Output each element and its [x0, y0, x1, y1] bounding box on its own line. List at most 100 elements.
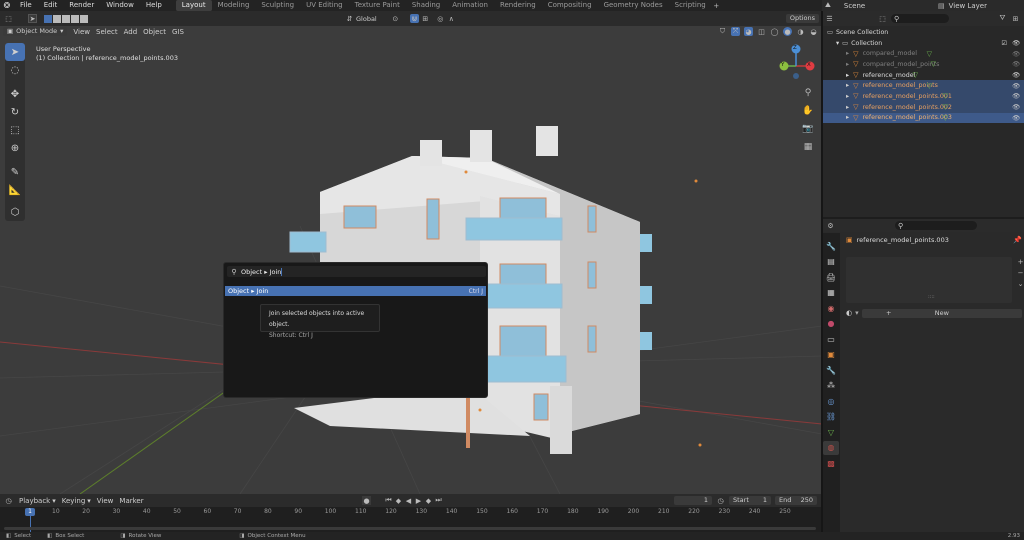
- hand-pan-icon[interactable]: ✋: [801, 104, 815, 118]
- grid-view-icon[interactable]: ▦: [801, 140, 815, 154]
- tab-shading[interactable]: Shading: [406, 0, 446, 11]
- outliner-item[interactable]: ▸ ▽ compared_model_points ▽ 👁: [822, 59, 1024, 70]
- tab-layout[interactable]: Layout: [175, 0, 212, 11]
- 3d-viewport[interactable]: ➤ ◌ ✥ ↻ ⬚ ⊕ ✎ 📐 ⬡ ▣ Object Mode ▾ View S…: [0, 26, 822, 494]
- constraints-tab-icon[interactable]: ⛓: [823, 410, 839, 424]
- outliner-item[interactable]: ▸ ▽ reference_model_points ▽ 👁: [822, 80, 1024, 92]
- select-tool-icon[interactable]: ➤: [28, 14, 37, 23]
- material-browse-icon[interactable]: ◐: [846, 309, 852, 317]
- transform-tool-icon[interactable]: ⊕: [5, 139, 25, 157]
- timeline-editor-icon[interactable]: ◷: [4, 496, 13, 505]
- scene-selector[interactable]: ⛰ Scene: [822, 0, 934, 11]
- remove-slot-icon[interactable]: −: [1016, 268, 1024, 277]
- snap-icon[interactable]: ⋓: [409, 14, 419, 23]
- tab-scripting[interactable]: Scripting: [669, 0, 712, 11]
- add-slot-icon[interactable]: +: [1016, 257, 1024, 266]
- navigation-gizmo[interactable]: X Y Z: [774, 42, 818, 82]
- scene-tab-icon[interactable]: ◉: [823, 301, 839, 315]
- menu-file[interactable]: File: [14, 0, 38, 11]
- play-icon[interactable]: ▶: [414, 496, 423, 505]
- menu-render[interactable]: Render: [63, 0, 100, 11]
- add-cube-tool-icon[interactable]: ⬡: [5, 203, 25, 221]
- viewport-scene[interactable]: [0, 26, 822, 494]
- chevron-right-icon[interactable]: ▸: [846, 72, 849, 79]
- checkbox-icon[interactable]: ☑: [1001, 40, 1007, 47]
- wireframe-shading-icon[interactable]: ◯: [770, 27, 779, 36]
- modifier-tab-icon[interactable]: 🔧: [823, 363, 839, 377]
- xray-icon[interactable]: ◫: [757, 27, 766, 36]
- mode-dropdown[interactable]: ▣ Object Mode ▾: [3, 27, 68, 36]
- chevron-right-icon[interactable]: ▸: [846, 93, 849, 100]
- area-divider[interactable]: [821, 11, 823, 532]
- chevron-right-icon[interactable]: ▸: [846, 104, 849, 111]
- texture-tab-icon[interactable]: ▩: [823, 456, 839, 470]
- record-icon[interactable]: ●: [362, 496, 371, 505]
- tab-rendering[interactable]: Rendering: [494, 0, 542, 11]
- outliner-search-input[interactable]: ⚲: [891, 14, 949, 23]
- eye-icon[interactable]: 👁: [1012, 114, 1020, 122]
- outliner-item[interactable]: ▸ ▽ reference_model_points.002 ▽ 👁: [822, 101, 1024, 113]
- scale-tool-icon[interactable]: ⬚: [5, 121, 25, 139]
- options-button[interactable]: Options: [785, 14, 819, 23]
- eye-icon[interactable]: 👁: [1012, 71, 1020, 79]
- tab-uv-editing[interactable]: UV Editing: [300, 0, 349, 11]
- chevron-right-icon[interactable]: ▸: [846, 50, 849, 57]
- add-workspace-icon[interactable]: +: [712, 1, 721, 10]
- outliner-item[interactable]: ▸ ▽ reference_model ▽ 👁: [822, 70, 1024, 81]
- menu-gis[interactable]: GIS: [172, 28, 184, 36]
- menu-marker[interactable]: Marker: [119, 497, 143, 505]
- visibility-icon[interactable]: ⛉: [718, 27, 727, 36]
- material-shading-icon[interactable]: ◑: [796, 27, 805, 36]
- overlay-icon[interactable]: ◕: [744, 27, 753, 36]
- output-tab-icon[interactable]: 🖨: [823, 270, 839, 284]
- menu-keying[interactable]: Keying ▾: [62, 497, 91, 505]
- menu-playback[interactable]: Playback ▾: [19, 497, 56, 505]
- view-layer-selector[interactable]: ▤ View Layer: [934, 0, 1024, 11]
- outliner-item[interactable]: ▸ ▽ reference_model_points.001 ▽ 👁: [822, 91, 1024, 102]
- end-frame-field[interactable]: End 250: [775, 496, 817, 505]
- transform-orientation-dropdown[interactable]: ⇵ Global ⊙ ⋓ ⊞ ◎ ∧: [345, 14, 456, 23]
- tab-compositing[interactable]: Compositing: [542, 0, 598, 11]
- start-frame-field[interactable]: Start 1: [729, 496, 771, 505]
- particles-tab-icon[interactable]: ⁂: [823, 379, 839, 393]
- chevron-right-icon[interactable]: ▸: [846, 114, 849, 121]
- menu-view[interactable]: View: [73, 28, 90, 36]
- next-key-icon[interactable]: ◆: [424, 496, 433, 505]
- falloff-icon[interactable]: ∧: [447, 14, 456, 23]
- tab-animation[interactable]: Animation: [446, 0, 494, 11]
- render-tab-icon[interactable]: ▤: [823, 255, 839, 269]
- move-tool-icon[interactable]: ✥: [5, 85, 25, 103]
- menu-help[interactable]: Help: [140, 0, 168, 11]
- menu-timeline-view[interactable]: View: [97, 497, 114, 505]
- eye-icon[interactable]: 👁: [1012, 39, 1020, 47]
- properties-editor-icon[interactable]: ⚙: [826, 221, 835, 230]
- chevron-right-icon[interactable]: ▸: [846, 61, 849, 68]
- camera-icon[interactable]: 📷: [801, 122, 815, 136]
- menu-window[interactable]: Window: [100, 0, 140, 11]
- properties-search-input[interactable]: ⚲: [895, 221, 977, 230]
- prev-key-icon[interactable]: ◆: [394, 496, 403, 505]
- timeline-ruler[interactable]: 1102030405060708090100110120130140150160…: [0, 507, 822, 532]
- annotate-tool-icon[interactable]: ✎: [5, 163, 25, 181]
- measure-tool-icon[interactable]: 📐: [5, 181, 25, 199]
- eye-icon[interactable]: 👁: [1012, 92, 1020, 100]
- menu-add[interactable]: Add: [124, 28, 138, 36]
- timeline-scrollbar[interactable]: [4, 527, 816, 530]
- data-tab-icon[interactable]: ▽: [823, 425, 839, 439]
- current-frame-field[interactable]: 1: [674, 496, 712, 505]
- new-collection-icon[interactable]: ⊞: [1011, 14, 1020, 23]
- tool-tab-icon[interactable]: 🔧: [823, 239, 839, 253]
- world-tab-icon[interactable]: ●: [823, 317, 839, 331]
- solid-shading-icon[interactable]: ●: [783, 27, 792, 36]
- menu-select[interactable]: Select: [96, 28, 118, 36]
- jump-end-icon[interactable]: ⏭: [434, 496, 443, 505]
- rendered-shading-icon[interactable]: ◒: [809, 27, 818, 36]
- outliner-item[interactable]: ▸ ▽ compared_model ▽ 👁: [822, 48, 1024, 59]
- eye-icon[interactable]: 👁: [1012, 82, 1020, 90]
- pivot-icon[interactable]: ⊙: [391, 14, 400, 23]
- eye-icon[interactable]: 👁: [1012, 60, 1020, 68]
- clock-icon[interactable]: ◷: [716, 496, 725, 505]
- display-mode-icon[interactable]: ⬚: [878, 14, 887, 23]
- tab-modeling[interactable]: Modeling: [212, 0, 256, 11]
- chevron-down-icon[interactable]: ▾: [836, 40, 839, 47]
